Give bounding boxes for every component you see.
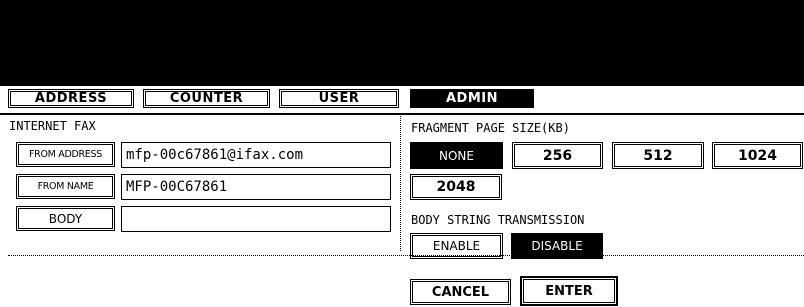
section-divider-vertical [400,116,402,251]
header-bar [0,0,804,86]
fragment-1024-button[interactable]: 1024 [712,142,803,169]
fragment-2048-button[interactable]: 2048 [410,174,502,200]
tab-counter[interactable]: COUNTER [143,89,270,108]
cancel-button[interactable]: CANCEL [410,279,511,305]
tab-admin[interactable]: ADMIN [410,89,534,108]
body-string-transmission-title: BODY STRING TRANSMISSION [411,213,585,227]
enter-button[interactable]: ENTER [520,276,618,306]
internet-fax-title: INTERNET FAX [9,119,96,133]
fragment-256-button[interactable]: 256 [512,142,603,169]
fragment-512-button[interactable]: 512 [612,142,704,169]
from-address-button[interactable]: FROM ADDRESS [16,142,115,167]
body-button[interactable]: BODY [16,206,115,231]
from-address-field[interactable]: mfp-00c67861@ifax.com [121,142,391,168]
footer-divider [8,255,804,256]
fragment-page-size-title: FRAGMENT PAGE SIZE(KB) [411,121,570,135]
tab-underline [0,113,804,115]
from-name-field[interactable]: MFP-00C67861 [121,174,391,200]
tab-address[interactable]: ADDRESS [8,89,134,108]
body-field[interactable] [121,206,391,232]
from-name-button[interactable]: FROM NAME [16,174,115,199]
fragment-none-button[interactable]: NONE [410,142,503,169]
tab-user[interactable]: USER [279,89,399,108]
